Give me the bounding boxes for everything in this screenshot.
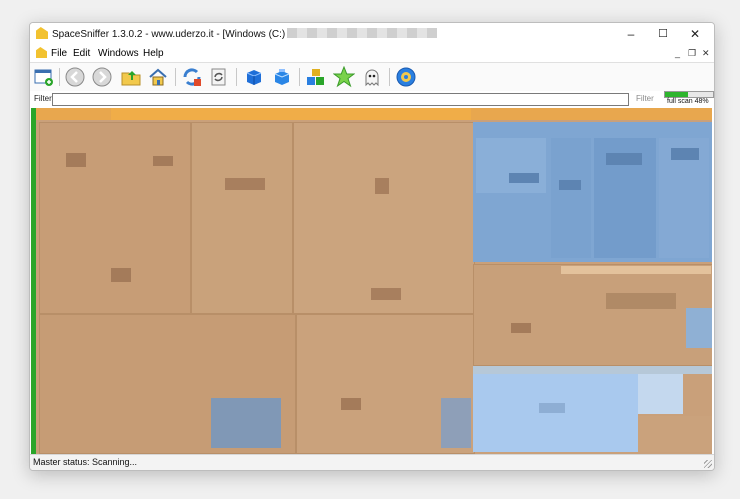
treemap-header-strip	[111, 108, 471, 120]
spacesniffer-app-icon	[36, 27, 48, 39]
treemap-file-block[interactable]	[66, 153, 86, 167]
treemap-file-block[interactable]	[539, 403, 565, 413]
toolbar-separator	[236, 68, 237, 86]
scan-progress-text: full scan 48%	[667, 98, 709, 105]
treemap-file-block[interactable]	[225, 178, 265, 190]
toolbar-separator	[59, 68, 60, 86]
menu-edit[interactable]: Edit	[73, 48, 90, 59]
treemap-file-block[interactable]	[153, 156, 173, 166]
menu-file[interactable]: File	[51, 48, 67, 59]
toolbar-separator	[299, 68, 300, 86]
treemap-file-block[interactable]	[511, 323, 531, 333]
settings-gear-icon[interactable]	[395, 66, 417, 88]
treemap-folder-block[interactable]	[293, 122, 475, 314]
refresh-icon[interactable]	[181, 66, 203, 88]
window-title: SpaceSniffer 1.3.0.2 - www.uderzo.it - […	[52, 28, 438, 40]
treemap-file-block[interactable]	[111, 268, 131, 282]
close-button[interactable]: ✕	[678, 23, 712, 45]
treemap-file-block[interactable]	[559, 180, 581, 190]
treemap-file-block[interactable]	[686, 308, 712, 348]
treemap-folder-block[interactable]	[473, 264, 712, 366]
back-icon[interactable]	[64, 66, 86, 88]
treemap-file-block[interactable]	[341, 398, 361, 410]
toolbar-separator	[175, 68, 176, 86]
treemap-file-block[interactable]	[509, 173, 539, 183]
menu-windows[interactable]: Windows	[98, 48, 139, 59]
app-window: SpaceSniffer 1.3.0.2 - www.uderzo.it - […	[29, 22, 715, 471]
treemap-selected-file-block[interactable]	[473, 374, 638, 452]
treemap-folder-block[interactable]	[39, 122, 191, 314]
minimize-button[interactable]: –	[614, 23, 648, 45]
up-folder-icon[interactable]	[120, 66, 142, 88]
treemap-folder-block[interactable]	[638, 416, 712, 452]
cubes-icon[interactable]	[305, 66, 327, 88]
star-icon[interactable]	[333, 66, 355, 88]
menu-bar: File Edit Windows Help _ ❐ ✕	[30, 45, 714, 62]
treemap-header-strip	[561, 266, 711, 274]
treemap-folder-block[interactable]	[191, 122, 293, 314]
window-title-text: SpaceSniffer 1.3.0.2 - www.uderzo.it - […	[52, 29, 286, 40]
treemap-file-block[interactable]	[441, 398, 471, 448]
treemap-file-block[interactable]	[476, 138, 546, 193]
scan-progress-bar	[664, 91, 714, 98]
toolbar	[30, 62, 714, 92]
treemap-file-block[interactable]	[606, 153, 642, 165]
forward-icon[interactable]	[91, 66, 113, 88]
filter-input[interactable]	[52, 93, 629, 106]
treemap-file-block[interactable]	[551, 138, 591, 258]
toolbar-separator	[389, 68, 390, 86]
status-bar: Master status: Scanning...	[30, 454, 714, 470]
box-icon[interactable]	[243, 66, 265, 88]
filter-label: Filter	[34, 94, 52, 103]
maximize-button[interactable]: ☐	[646, 23, 680, 45]
mdi-restore-button[interactable]: ❐	[688, 48, 696, 59]
document-icon[interactable]	[36, 47, 47, 58]
title-bar[interactable]: SpaceSniffer 1.3.0.2 - www.uderzo.it - […	[30, 23, 714, 45]
scan-progress-fill	[665, 92, 689, 97]
treemap-view[interactable]	[31, 108, 712, 454]
redacted-title-segment	[287, 28, 438, 38]
treemap-file-block[interactable]	[375, 178, 389, 194]
mdi-close-button[interactable]: ✕	[702, 48, 710, 59]
mdi-minimize-button[interactable]: _	[675, 48, 680, 58]
resize-grip[interactable]	[704, 460, 712, 468]
treemap-file-block[interactable]	[371, 288, 401, 300]
ghost-icon[interactable]	[361, 66, 383, 88]
filter-button[interactable]: Filter	[636, 94, 654, 103]
treemap-header-strip	[473, 366, 712, 374]
master-status-text: Master status: Scanning...	[33, 457, 138, 467]
drive-root-indicator	[31, 108, 36, 454]
reload-icon[interactable]	[208, 66, 230, 88]
menu-help[interactable]: Help	[143, 48, 164, 59]
treemap-file-block[interactable]	[211, 398, 281, 448]
new-view-icon[interactable]	[33, 66, 55, 88]
filter-bar: Filter Filter full scan 48%	[30, 91, 714, 107]
treemap-file-block[interactable]	[606, 293, 676, 309]
treemap-file-block[interactable]	[671, 148, 699, 160]
treemap-file-block[interactable]	[638, 374, 683, 414]
box-open-icon[interactable]	[271, 66, 293, 88]
home-icon[interactable]	[147, 66, 169, 88]
